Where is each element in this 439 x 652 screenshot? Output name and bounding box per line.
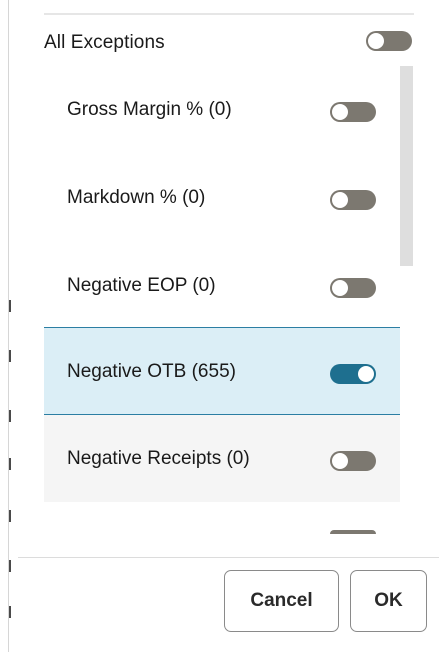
exception-label: Negative OTB (655) — [67, 361, 236, 382]
exception-toggle-markdown[interactable] — [330, 190, 376, 210]
edge-tick — [9, 458, 11, 470]
next-exception-toggle-partial[interactable] — [330, 530, 376, 534]
toggle-knob — [332, 104, 348, 120]
edge-tick — [9, 350, 11, 362]
exception-row-negative-otb[interactable]: Negative OTB (655) — [44, 327, 400, 415]
exception-row-negative-receipts[interactable]: Negative Receipts (0) — [44, 415, 400, 502]
exception-row-markdown[interactable]: Markdown % (0) — [44, 154, 400, 242]
exception-toggle-negative-receipts[interactable] — [330, 451, 376, 471]
toggle-knob — [332, 192, 348, 208]
all-exceptions-toggle[interactable] — [366, 31, 412, 51]
exceptions-list-content: Gross Margin % (0) Markdown % (0) Negati… — [44, 66, 400, 502]
exception-label: Negative EOP (0) — [67, 275, 216, 296]
all-exceptions-label: All Exceptions — [44, 32, 165, 53]
edge-tick — [9, 300, 11, 312]
cancel-button[interactable]: Cancel — [224, 570, 339, 632]
exception-label: Negative Receipts (0) — [67, 448, 250, 469]
toggle-knob — [332, 280, 348, 296]
toggle-knob — [368, 33, 384, 49]
exception-toggle-negative-eop[interactable] — [330, 278, 376, 298]
list-scrollbar-thumb[interactable] — [400, 66, 413, 266]
edge-tick — [9, 510, 11, 522]
all-exceptions-row: All Exceptions — [44, 26, 418, 60]
toggle-knob — [358, 366, 374, 382]
top-divider — [44, 13, 414, 15]
exception-row-gross-margin[interactable]: Gross Margin % (0) — [44, 66, 400, 154]
edge-tick — [9, 560, 11, 572]
exception-toggle-negative-otb[interactable] — [330, 364, 376, 384]
ok-button[interactable]: OK — [350, 570, 427, 632]
exception-label: Gross Margin % (0) — [67, 99, 232, 120]
exception-label: Markdown % (0) — [67, 187, 206, 208]
edge-tick — [9, 410, 11, 422]
edge-tick — [9, 606, 11, 618]
footer-divider — [18, 557, 439, 558]
exceptions-list[interactable]: Gross Margin % (0) Markdown % (0) Negati… — [44, 66, 400, 502]
exception-toggle-gross-margin[interactable] — [330, 102, 376, 122]
toggle-knob — [332, 453, 348, 469]
exception-row-negative-eop[interactable]: Negative EOP (0) — [44, 242, 400, 330]
panel-left-border — [8, 0, 9, 652]
